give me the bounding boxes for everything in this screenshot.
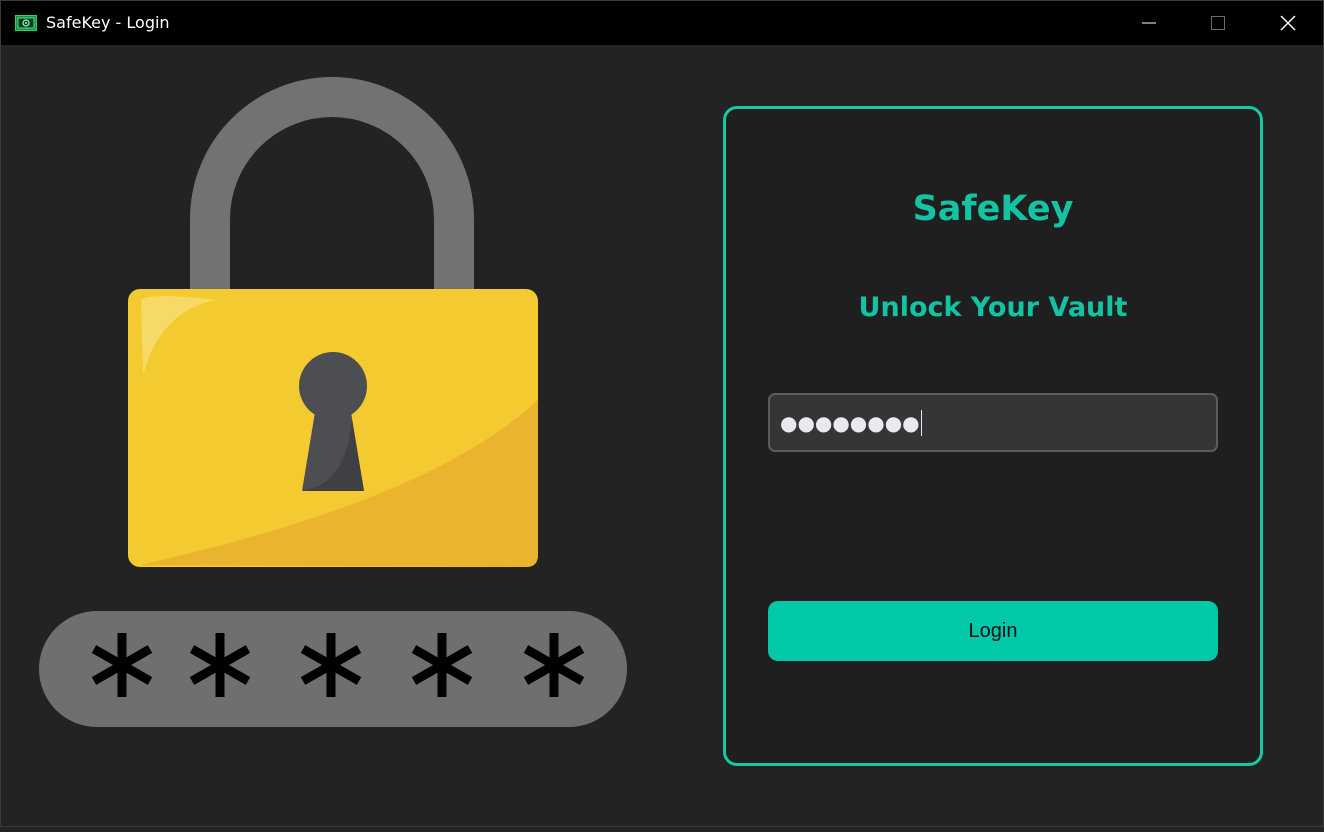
minimize-button[interactable]: [1114, 1, 1184, 45]
safe-icon: [15, 15, 37, 31]
password-input[interactable]: ●●●●●●●●: [768, 393, 1218, 452]
maximize-button[interactable]: [1183, 1, 1253, 45]
close-icon: [1279, 14, 1297, 32]
password-value: ●●●●●●●●: [780, 410, 920, 435]
login-window: SafeKey - Login SafeKey Unlock Your Vaul…: [0, 0, 1324, 827]
login-button[interactable]: Login: [768, 601, 1218, 661]
maximize-icon: [1210, 15, 1226, 31]
lock-illustration: [1, 45, 681, 828]
app-title: SafeKey: [912, 189, 1074, 229]
unlock-subtitle: Unlock Your Vault: [858, 292, 1128, 323]
padlock-icon: [128, 77, 538, 567]
login-card: SafeKey Unlock Your Vault ●●●●●●●● Login: [723, 106, 1263, 766]
close-button[interactable]: [1253, 1, 1323, 45]
window-title: SafeKey - Login: [46, 13, 170, 32]
text-caret: [920, 409, 922, 436]
minimize-icon: [1141, 15, 1157, 31]
title-bar[interactable]: SafeKey - Login: [1, 1, 1323, 45]
